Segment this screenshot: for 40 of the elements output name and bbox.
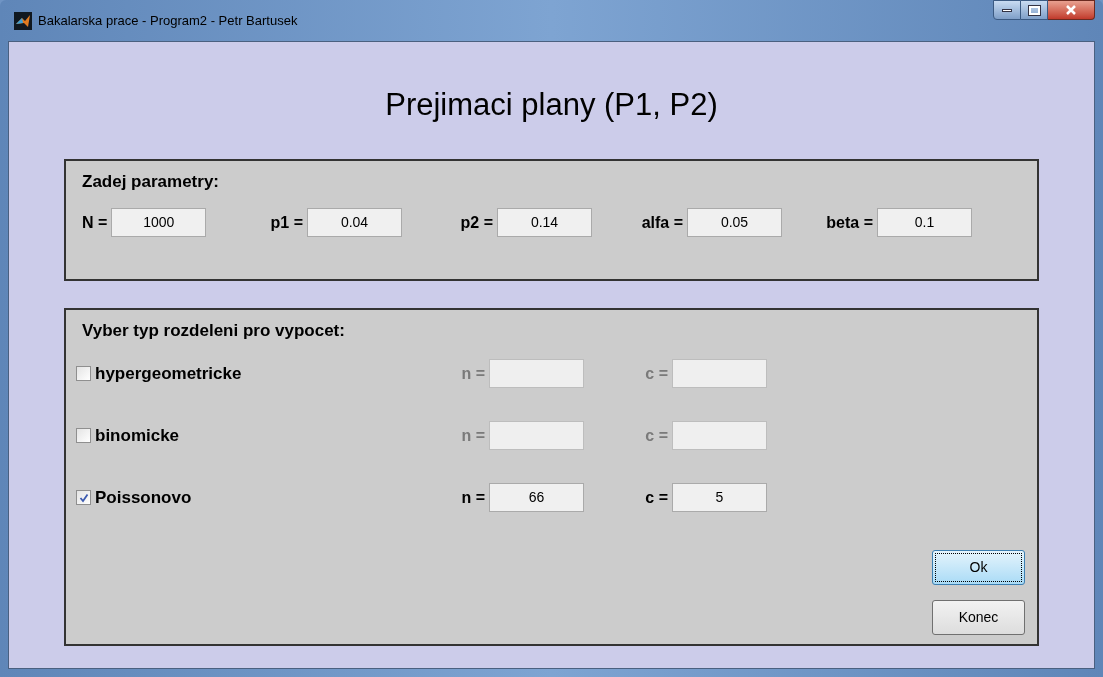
heading: Prejimaci plany (P1, P2) [385, 86, 718, 124]
minimize-button[interactable] [993, 0, 1021, 20]
input-field[interactable]: 0.05 [687, 208, 782, 237]
checkbox[interactable] [76, 428, 91, 443]
field-label: p1 = [270, 212, 303, 233]
input-field[interactable]: 1000 [111, 208, 207, 237]
close-button[interactable] [1048, 0, 1095, 20]
input-field[interactable] [672, 359, 767, 388]
input-field[interactable]: 0.14 [497, 208, 592, 237]
dialog-button[interactable]: Ok [932, 549, 1025, 585]
close-icon [1065, 5, 1077, 15]
checkbox[interactable] [76, 366, 91, 381]
input-field[interactable]: 0.04 [307, 208, 402, 237]
field-label: N = [82, 212, 108, 233]
input-field[interactable] [489, 421, 584, 450]
option-label: binomicke [95, 424, 181, 447]
dialog-button[interactable]: Konec [932, 599, 1025, 635]
field-label: c = [645, 363, 668, 384]
option-label: hypergeometricke [95, 362, 243, 385]
field-label: alfa = [641, 212, 683, 233]
field-label: c = [645, 425, 668, 446]
input-field[interactable] [489, 359, 584, 388]
input-field[interactable]: 5 [672, 483, 767, 512]
input-field[interactable]: 66 [489, 483, 584, 512]
input-field[interactable]: 0.1 [877, 208, 972, 237]
field-label: n = [461, 363, 485, 384]
app-logo-icon [14, 11, 32, 30]
input-field[interactable] [672, 421, 767, 450]
field-label: c = [645, 487, 668, 508]
field-label: n = [461, 425, 485, 446]
maximize-button[interactable] [1021, 0, 1048, 20]
field-label: beta = [826, 212, 873, 233]
field-label: n = [461, 487, 485, 508]
checkbox[interactable] [76, 490, 91, 505]
option-label: Poissonovo [95, 486, 193, 509]
field-label: p2 = [460, 212, 493, 233]
panel-title: Zadej parametry: [82, 170, 220, 193]
panel-title: Vyber typ rozdeleni pro vypocet: [82, 319, 346, 342]
checkmark-icon [78, 492, 89, 503]
window-title: Bakalarska prace - Program2 - Petr Bartusek [38, 11, 298, 30]
